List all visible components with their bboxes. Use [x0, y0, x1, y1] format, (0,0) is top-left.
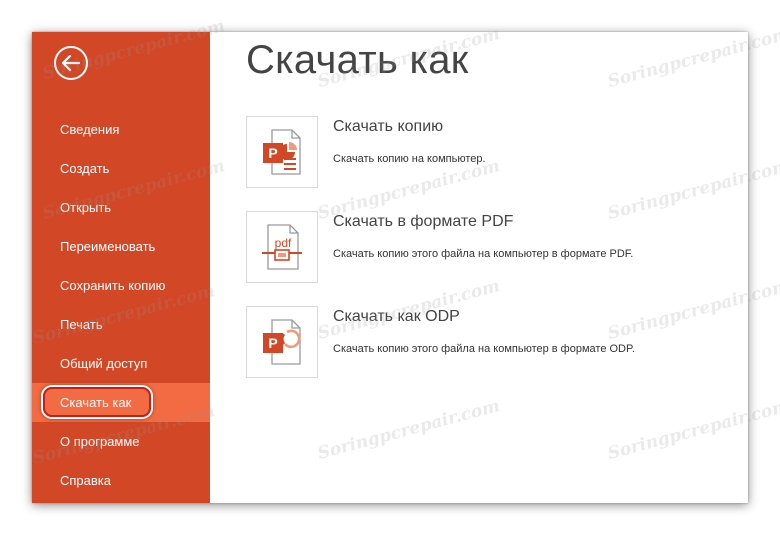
sidebar-item-label: Открыть [60, 200, 112, 215]
option-title: Скачать в формате PDF [333, 213, 514, 230]
option-description: Скачать копию этого файла на компьютер в… [333, 248, 634, 260]
sidebar: Сведения Создать Открыть Переименовать С… [32, 32, 210, 503]
sidebar-item-label: Общий доступ [60, 356, 148, 371]
sidebar-item-share[interactable]: Общий доступ [32, 344, 210, 383]
app-window: Сведения Создать Открыть Переименовать С… [32, 32, 748, 503]
svg-text:P: P [268, 335, 277, 351]
sidebar-item-download-as[interactable]: Скачать как [32, 383, 210, 422]
option-icon-box: pdf [246, 211, 318, 283]
powerpoint-file-icon: P [263, 129, 301, 175]
option-icon-box: P [246, 306, 318, 378]
option-icon-box: P [246, 116, 318, 188]
sidebar-item-label: Печать [60, 317, 103, 332]
sidebar-item-label: Создать [60, 161, 110, 176]
svg-text:pdf: pdf [275, 236, 292, 250]
back-arrow-icon [62, 55, 80, 71]
option-description: Скачать копию на компьютер. [333, 153, 486, 165]
option-description: Скачать копию этого файла на компьютер в… [333, 343, 635, 355]
odp-file-icon: P [263, 319, 301, 365]
option-title: Скачать копию [333, 118, 444, 135]
sidebar-item-open[interactable]: Открыть [32, 188, 210, 227]
sidebar-item-print[interactable]: Печать [32, 305, 210, 344]
sidebar-menu: Сведения Создать Открыть Переименовать С… [32, 110, 210, 500]
sidebar-item-about[interactable]: О программе [32, 422, 210, 461]
pdf-file-icon: pdf [262, 224, 302, 270]
sidebar-item-label: Справка [60, 473, 111, 488]
sidebar-item-label: О программе [60, 434, 140, 449]
back-button[interactable] [54, 46, 88, 80]
sidebar-item-label: Сохранить копию [60, 278, 166, 293]
sidebar-item-label: Сведения [60, 122, 120, 137]
sidebar-item-save-copy[interactable]: Сохранить копию [32, 266, 210, 305]
svg-text:P: P [268, 145, 277, 161]
sidebar-item-info[interactable]: Сведения [32, 110, 210, 149]
sidebar-item-label: Переименовать [60, 239, 156, 254]
main-content: Скачать как P Скачать копию Скачать копи… [210, 32, 748, 503]
sidebar-item-help[interactable]: Справка [32, 461, 210, 500]
sidebar-item-new[interactable]: Создать [32, 149, 210, 188]
sidebar-item-rename[interactable]: Переименовать [32, 227, 210, 266]
page-title: Скачать как [246, 38, 469, 82]
option-title: Скачать как ODP [333, 308, 460, 325]
highlight-annotation [43, 387, 151, 417]
